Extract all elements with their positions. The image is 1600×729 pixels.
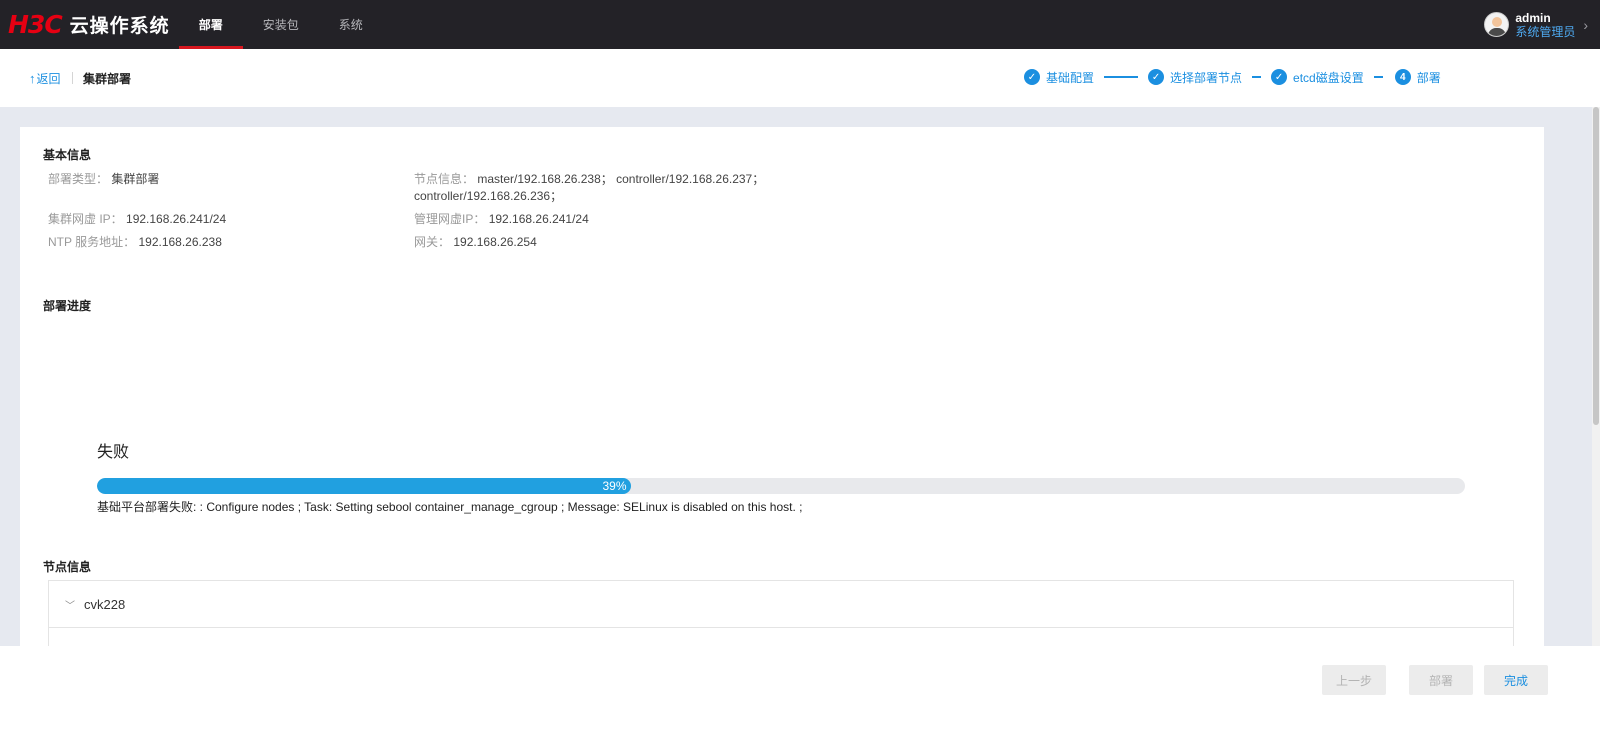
mgmt-vip: 管理网虚IP： 192.168.26.241/24: [414, 211, 589, 228]
step-connector: [1252, 76, 1262, 78]
node-info-label: 节点信息：: [414, 172, 475, 186]
footer-actions: 上一步 部署 完成: [0, 646, 1600, 729]
step-connector: [1104, 76, 1139, 78]
gateway: 网关： 192.168.26.254: [414, 234, 537, 251]
error-message: 基础平台部署失败: : Configure nodes ; Task: Sett…: [97, 500, 803, 514]
top-nav-bar: H3C 云操作系统 部署 安装包 系统 admin 系统管理员 ›: [0, 0, 1600, 49]
scrollbar-thumb[interactable]: [1593, 107, 1599, 425]
step-label: 部署: [1416, 70, 1441, 85]
user-menu[interactable]: admin 系统管理员 ›: [1484, 0, 1588, 49]
deploy-status: 失败: [97, 444, 130, 461]
cluster-vip-label: 集群网虚 IP：: [48, 212, 123, 226]
main-nav-tabs: 部署 安装包 系统: [178, 0, 383, 49]
finish-button[interactable]: 完成: [1484, 665, 1548, 695]
sub-header: ↑ 返回 集群部署 ✓ 基础配置 ✓ 选择部署节点 ✓ etcd磁盘设置 4 部…: [0, 49, 1600, 107]
arrow-up-icon: ↑: [29, 71, 36, 86]
step-connector: [1373, 76, 1383, 78]
deploy-button[interactable]: 部署: [1409, 665, 1473, 695]
step-label: 基础配置: [1046, 70, 1095, 85]
progress-title: 部署进度: [43, 299, 92, 313]
progress-fill: 39%: [97, 478, 631, 494]
step-number: 4: [1394, 69, 1411, 85]
deploy-type-label: 部署类型：: [48, 172, 109, 186]
node-info: 节点信息： master/192.168.26.238； controller/…: [414, 171, 764, 205]
page-title: 集群部署: [83, 72, 132, 86]
step-deploy: 4 部署: [1394, 69, 1441, 86]
check-icon: ✓: [1024, 69, 1040, 85]
progress-percent: 39%: [602, 479, 627, 493]
prev-step-button[interactable]: 上一步: [1322, 665, 1386, 695]
gateway-label: 网关：: [414, 235, 451, 249]
back-button[interactable]: ↑ 返回: [29, 70, 61, 87]
back-label: 返回: [36, 72, 61, 86]
deploy-type-value: 集群部署: [111, 172, 160, 186]
deploy-type: 部署类型： 集群部署: [48, 171, 159, 188]
user-role: 系统管理员: [1515, 24, 1576, 39]
progress-bar: 39%: [97, 478, 1465, 494]
cluster-vip: 集群网虚 IP： 192.168.26.241/24: [48, 211, 226, 228]
mgmt-vip-value: 192.168.26.241/24: [488, 212, 589, 226]
product-title: 云操作系统: [69, 16, 170, 37]
ntp-server: NTP 服务地址： 192.168.26.238: [48, 234, 222, 251]
cluster-vip-value: 192.168.26.241/24: [126, 212, 227, 226]
gateway-value: 192.168.26.254: [453, 235, 537, 249]
ntp-value: 192.168.26.238: [138, 235, 222, 249]
nav-tab-packages[interactable]: 安装包: [243, 0, 319, 49]
step-etcd-disk: ✓ etcd磁盘设置: [1271, 69, 1364, 86]
user-name: admin: [1515, 10, 1551, 25]
node-list: ﹀ cvk228: [48, 580, 1514, 647]
node-info-value: master/192.168.26.238； controller/192.16…: [477, 172, 765, 186]
node-info-value-cont: controller/192.168.26.236；: [414, 189, 563, 203]
basic-info-title: 基本信息: [43, 148, 92, 162]
node-row-cvk228[interactable]: ﹀ cvk228: [49, 581, 1513, 628]
avatar: [1484, 12, 1510, 37]
check-icon: ✓: [1271, 69, 1288, 85]
mgmt-vip-label: 管理网虚IP：: [414, 212, 486, 226]
nav-tab-system[interactable]: 系统: [319, 0, 383, 49]
logo-text: H3C: [8, 10, 63, 39]
brand: H3C 云操作系统: [0, 0, 170, 49]
node-name: cvk228: [84, 596, 126, 612]
step-label: 选择部署节点: [1170, 70, 1243, 85]
nav-tab-deploy[interactable]: 部署: [178, 0, 243, 49]
chevron-right-icon: ›: [1583, 16, 1588, 33]
step-label: etcd磁盘设置: [1293, 70, 1364, 85]
user-info: admin 系统管理员: [1515, 11, 1575, 39]
divider: [72, 72, 73, 84]
h3c-logo: H3C: [8, 0, 63, 49]
page-scrollbar[interactable]: [1592, 107, 1600, 647]
step-basic-config: ✓ 基础配置: [1024, 69, 1094, 86]
wizard-steps: ✓ 基础配置 ✓ 选择部署节点 ✓ etcd磁盘设置 4 部署: [1024, 67, 1441, 87]
step-select-nodes: ✓ 选择部署节点: [1148, 69, 1242, 86]
deploy-panel: 基本信息 部署类型： 集群部署 集群网虚 IP： 192.168.26.241/…: [20, 127, 1544, 647]
node-section-title: 节点信息: [43, 560, 92, 574]
chevron-down-icon[interactable]: ﹀: [65, 597, 75, 612]
ntp-label: NTP 服务地址：: [48, 235, 136, 249]
check-icon: ✓: [1148, 69, 1165, 85]
